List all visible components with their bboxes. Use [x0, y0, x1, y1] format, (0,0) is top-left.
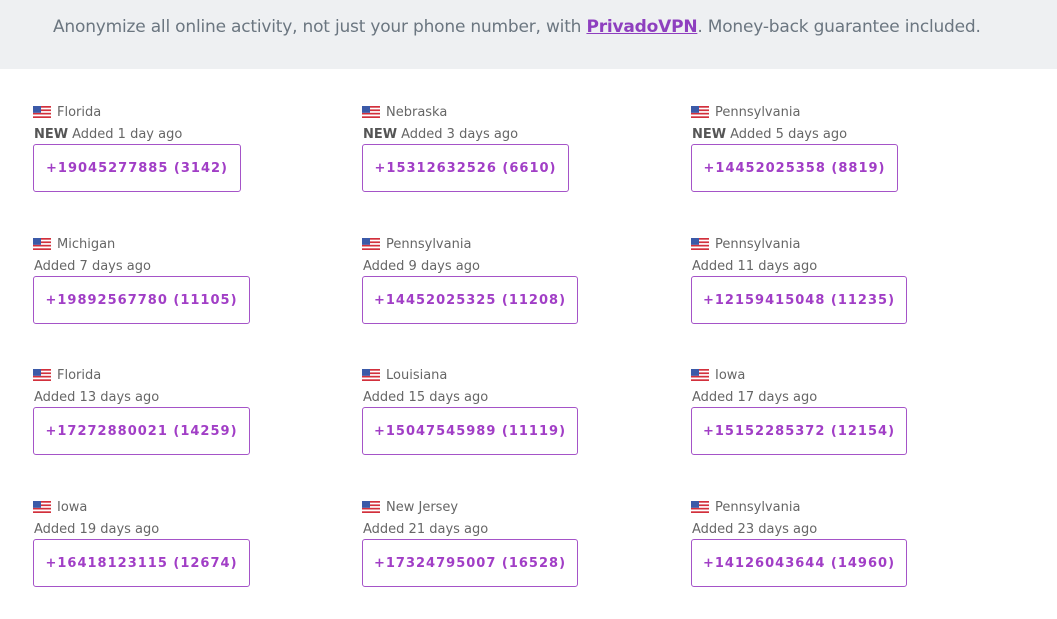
number-card: New Jersey Added 21 days ago +17324795007 …: [362, 499, 662, 619]
location: Louisiana: [362, 367, 447, 383]
added-time: Added 1 day ago: [72, 127, 183, 142]
phone-number-button[interactable]: +17324795007 (16528): [362, 539, 578, 587]
location: Pennsylvania: [691, 499, 800, 515]
location: Pennsylvania: [362, 236, 471, 252]
added-info: Added 17 days ago: [692, 390, 817, 405]
location-label: New Jersey: [386, 499, 459, 515]
location-label: Nebraska: [386, 104, 448, 120]
us-flag-icon: [362, 238, 386, 250]
us-flag-icon: [691, 238, 715, 250]
promo-prefix: Anonymize all online activity, not just …: [53, 17, 587, 37]
number-card: Louisiana Added 15 days ago +15047545989 (…: [362, 367, 662, 487]
location-label: Pennsylvania: [386, 236, 472, 252]
added-info: Added 11 days ago: [692, 259, 817, 274]
location: Michigan: [33, 236, 115, 252]
location: Pennsylvania: [691, 104, 800, 120]
phone-number-button[interactable]: +14452025325 (11208): [362, 276, 578, 324]
location-label: Iowa: [715, 367, 746, 383]
added-info: Added 7 days ago: [34, 259, 151, 274]
phone-number-button[interactable]: +14126043644 (14960): [691, 539, 907, 587]
added-time: Added 7 days ago: [34, 259, 151, 274]
location: Nebraska: [362, 104, 447, 120]
added-info: Added 9 days ago: [363, 259, 480, 274]
added-info: Added 23 days ago: [692, 522, 817, 537]
location-label: Louisiana: [386, 367, 448, 383]
location-label: Pennsylvania: [715, 236, 801, 252]
us-flag-icon: [691, 369, 715, 381]
us-flag-icon: [33, 106, 57, 118]
added-info: Added 19 days ago: [34, 522, 159, 537]
us-flag-icon: [691, 106, 715, 118]
added-time: Added 21 days ago: [363, 522, 489, 537]
new-badge: NEW: [363, 127, 398, 142]
number-card: Iowa Added 19 days ago +16418123115 (12674…: [33, 499, 333, 619]
location: Florida: [33, 104, 101, 120]
added-time: Added 23 days ago: [692, 522, 818, 537]
phone-number-button[interactable]: +14452025358 (8819): [691, 144, 898, 192]
location-label: Florida: [57, 367, 102, 383]
location-label: Pennsylvania: [715, 499, 801, 515]
phone-number-button[interactable]: +15047545989 (11119): [362, 407, 578, 455]
number-card: Iowa Added 17 days ago +15152285372 (12154…: [691, 367, 991, 487]
location: Iowa: [33, 499, 87, 515]
us-flag-icon: [362, 106, 386, 118]
added-time: Added 3 days ago: [401, 127, 519, 142]
phone-number-button[interactable]: +16418123115 (12674): [33, 539, 250, 587]
phone-number-button[interactable]: +15152285372 (12154): [691, 407, 907, 455]
added-info: NEW Added 5 days ago: [692, 127, 847, 142]
phone-number-button[interactable]: +15312632526 (6610): [362, 144, 569, 192]
location: Iowa: [691, 367, 745, 383]
added-time: Added 19 days ago: [34, 522, 160, 537]
us-flag-icon: [691, 501, 715, 513]
us-flag-icon: [33, 369, 57, 381]
added-time: Added 5 days ago: [730, 127, 848, 142]
location-label: Iowa: [57, 499, 88, 515]
us-flag-icon: [362, 501, 386, 513]
location: Pennsylvania: [691, 236, 800, 252]
number-card: Pennsylvania NEW Added 5 days ago +14452025…: [691, 104, 991, 224]
location: Florida: [33, 367, 101, 383]
promo-suffix: . Money-back guarantee included.: [697, 17, 981, 37]
number-card: Michigan Added 7 days ago +19892567780 (11…: [33, 236, 333, 356]
location: New Jersey: [362, 499, 458, 515]
added-info: NEW Added 1 day ago: [34, 127, 182, 142]
location-label: Michigan: [57, 236, 116, 252]
location-label: Pennsylvania: [715, 104, 801, 120]
added-info: Added 15 days ago: [363, 390, 488, 405]
new-badge: NEW: [692, 127, 727, 142]
promo-text: Anonymize all online activity, not just …: [53, 17, 981, 37]
added-time: Added 17 days ago: [692, 390, 818, 405]
new-badge: NEW: [34, 127, 69, 142]
phone-number-button[interactable]: +17272880021 (14259): [33, 407, 250, 455]
added-info: NEW Added 3 days ago: [363, 127, 518, 142]
number-card: Nebraska NEW Added 3 days ago +15312632526 …: [362, 104, 662, 224]
added-time: Added 11 days ago: [692, 259, 818, 274]
added-info: Added 13 days ago: [34, 390, 159, 405]
phone-number-button[interactable]: +12159415048 (11235): [691, 276, 907, 324]
promo-banner: Anonymize all online activity, not just …: [0, 0, 1057, 69]
location-label: Florida: [57, 104, 102, 120]
added-time: Added 13 days ago: [34, 390, 160, 405]
phone-number-button[interactable]: +19892567780 (11105): [33, 276, 250, 324]
us-flag-icon: [362, 369, 386, 381]
privadovpn-link[interactable]: PrivadoVPN: [586, 17, 697, 37]
added-info: Added 21 days ago: [363, 522, 488, 537]
number-card: Pennsylvania Added 11 days ago +1215941504…: [691, 236, 991, 356]
added-time: Added 9 days ago: [363, 259, 480, 274]
us-flag-icon: [33, 501, 57, 513]
phone-number-button[interactable]: +19045277885 (3142): [33, 144, 241, 192]
us-flag-icon: [33, 238, 57, 250]
added-time: Added 15 days ago: [363, 390, 489, 405]
number-card: Florida Added 13 days ago +17272880021 (14…: [33, 367, 333, 487]
number-card: Pennsylvania Added 23 days ago +1412604364…: [691, 499, 991, 619]
number-card: Florida NEW Added 1 day ago +19045277885 (3…: [33, 104, 333, 224]
number-card: Pennsylvania Added 9 days ago +14452025325…: [362, 236, 662, 356]
